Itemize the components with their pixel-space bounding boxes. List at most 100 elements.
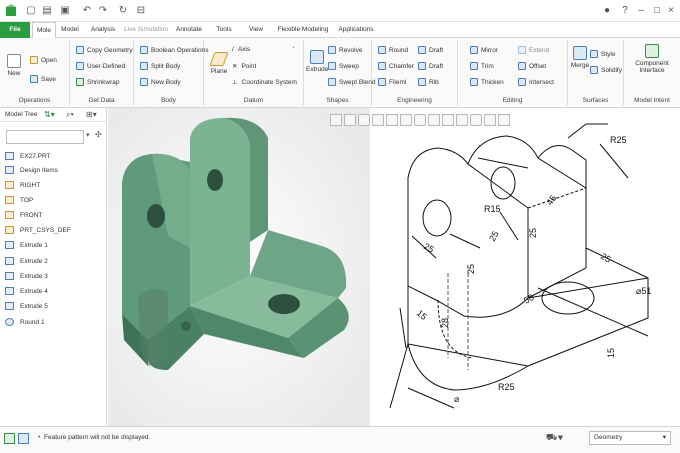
tree-item-extrude-3[interactable]: Extrude 3 — [5, 270, 48, 282]
navigator-icon[interactable] — [4, 433, 15, 444]
tree-filter-icon[interactable]: ⌕▾ — [66, 110, 74, 120]
spin-center-icon[interactable] — [484, 114, 496, 126]
tree-show-icon[interactable]: ⊞▾ — [86, 110, 97, 119]
group-shapes: Extrude Revolve Sweep Swept Blend Shapes — [304, 40, 376, 106]
extrude-button[interactable]: Extrude — [306, 50, 328, 73]
tree-item-top[interactable]: TOP — [5, 194, 33, 206]
graphics-window[interactable]: R25 R15 45 25 25 25 25 25 15 28 50 ⌀51 1… — [108, 108, 680, 426]
offset-button[interactable]: Offset — [518, 62, 546, 70]
new-button[interactable]: New — [4, 54, 24, 77]
tab-view[interactable]: View — [244, 22, 268, 38]
open-folder-icon[interactable]: ▤ — [40, 4, 54, 18]
extend-button[interactable]: Extend — [518, 46, 549, 54]
datum-plane-icon — [5, 181, 14, 189]
axis-button[interactable]: / Axis — [232, 46, 250, 53]
tree-item-extrude-2[interactable]: Extrude 2 — [5, 255, 48, 267]
zoom-out-icon[interactable] — [344, 114, 356, 126]
chamfer-button[interactable]: Chamfer — [378, 62, 414, 70]
split-body-icon — [140, 62, 148, 70]
rib-button[interactable]: Rib — [418, 78, 439, 86]
boolean-operations-button[interactable]: Boolean Operations — [140, 46, 208, 54]
browser-icon[interactable] — [18, 433, 29, 444]
tab-analysis[interactable]: Analysis — [86, 22, 120, 38]
dim-25-a: 25 — [528, 228, 538, 238]
search-icon[interactable]: ● — [600, 4, 614, 18]
plane-button[interactable]: Plane — [208, 52, 230, 75]
undo-icon[interactable]: ↶ — [80, 4, 94, 18]
shrinkwrap-label: Shrinkwrap — [87, 78, 120, 86]
draft-button-2[interactable]: Draft — [418, 62, 443, 70]
datum-display-icon[interactable] — [456, 114, 468, 126]
copy-geometry-button[interactable]: Copy Geometry — [76, 46, 133, 54]
refit-icon[interactable] — [358, 114, 370, 126]
fileml-button[interactable]: Fileml — [378, 78, 406, 86]
tree-item-front[interactable]: FRONT — [5, 209, 42, 221]
intersect-label: Intersect — [529, 78, 554, 86]
tree-item-round-1[interactable]: Round 1 — [5, 316, 45, 328]
annotation-display-icon[interactable] — [470, 114, 482, 126]
component-interface-button[interactable]: Component Interface — [628, 44, 676, 74]
style-button[interactable]: Style — [590, 50, 615, 58]
swept-blend-button[interactable]: Swept Blend — [328, 78, 376, 86]
save-icon[interactable]: ▣ — [58, 4, 72, 18]
merge-button[interactable]: Merge — [570, 46, 590, 69]
selection-filter-icon[interactable]: ⛟▾ — [546, 432, 563, 444]
sweep-button[interactable]: Sweep — [328, 62, 359, 70]
tree-item-extrude-5[interactable]: Extrude 5 — [5, 300, 48, 312]
user-defined-button[interactable]: User-Defined — [76, 62, 125, 70]
tab-model[interactable]: Model — [58, 22, 82, 38]
maximize-icon[interactable]: □ — [650, 4, 664, 18]
window-icon[interactable]: ⊟ — [134, 4, 148, 18]
geometry-filter-select[interactable]: Geometry ▾ — [589, 431, 671, 445]
repaint-icon[interactable] — [372, 114, 384, 126]
tree-settings-icon[interactable]: ⇅▾ — [44, 110, 55, 119]
redo-icon[interactable]: ↷ — [96, 4, 110, 18]
tab-applications[interactable]: Applications — [336, 22, 376, 38]
trim-button[interactable]: Trim — [470, 62, 494, 70]
tree-item-csys[interactable]: PRT_CSYS_DEF — [5, 224, 71, 236]
regenerate-icon[interactable]: ↻ — [116, 4, 130, 18]
thicken-icon — [470, 78, 478, 86]
thicken-button[interactable]: Thicken — [470, 78, 504, 86]
revolve-button[interactable]: Revolve — [328, 46, 362, 54]
add-item-icon[interactable]: ✣ — [95, 130, 102, 139]
view-manager-icon[interactable] — [414, 114, 426, 126]
zoom-in-icon[interactable] — [330, 114, 342, 126]
shrinkwrap-button[interactable]: Shrinkwrap — [76, 78, 120, 86]
save-button[interactable]: Save — [30, 75, 56, 83]
intersect-button[interactable]: Intersect — [518, 78, 554, 86]
tree-search-input[interactable] — [6, 130, 84, 144]
tab-file[interactable]: File — [0, 22, 30, 38]
tab-tools[interactable]: Tools — [212, 22, 236, 38]
close-icon[interactable]: × — [664, 4, 678, 18]
split-body-button[interactable]: Split Body — [140, 62, 180, 70]
tab-flexible-modeling[interactable]: Flexible Modeling — [276, 22, 330, 38]
tab-annotate[interactable]: Annotate — [172, 22, 206, 38]
display-style-icon[interactable] — [386, 114, 398, 126]
point-button[interactable]: ✕ Point — [232, 62, 256, 71]
saved-views-icon[interactable] — [400, 114, 412, 126]
section-icon[interactable] — [442, 114, 454, 126]
open-button[interactable]: Open — [30, 56, 57, 64]
tab-live-simulation[interactable]: Live Simulation — [122, 22, 170, 38]
model-tree-header: Model Tree ⇅▾ ⌕▾ ⊞▾ — [0, 108, 107, 122]
chevron-down-icon[interactable]: ▾ — [86, 131, 90, 139]
tree-item-ex27[interactable]: EX27.PRT — [5, 150, 51, 162]
csys-display-icon[interactable] — [498, 114, 510, 126]
new-body-button[interactable]: New Body — [140, 78, 181, 86]
minimize-icon[interactable]: – — [634, 4, 648, 18]
sketch-icon[interactable]: ˊ — [292, 46, 295, 55]
mirror-button[interactable]: Mirror — [470, 46, 498, 54]
tree-item-extrude-4[interactable]: Extrude 4 — [5, 285, 48, 297]
tree-item-right[interactable]: RIGHT — [5, 179, 40, 191]
solidify-button[interactable]: Solidify — [590, 66, 622, 74]
tree-item-design-items[interactable]: Design Items — [5, 164, 58, 176]
coordinate-system-button[interactable]: ⊥ Coordinate System — [232, 78, 297, 87]
tree-item-extrude-1[interactable]: Extrude 1 — [5, 239, 48, 251]
draft-button[interactable]: Draft — [418, 46, 443, 54]
round-button[interactable]: Round — [378, 46, 408, 54]
help-icon[interactable]: ? — [618, 4, 632, 18]
perspective-icon[interactable] — [428, 114, 440, 126]
tab-mole[interactable]: Mole — [32, 22, 56, 39]
new-file-icon[interactable]: ▢ — [24, 4, 38, 18]
